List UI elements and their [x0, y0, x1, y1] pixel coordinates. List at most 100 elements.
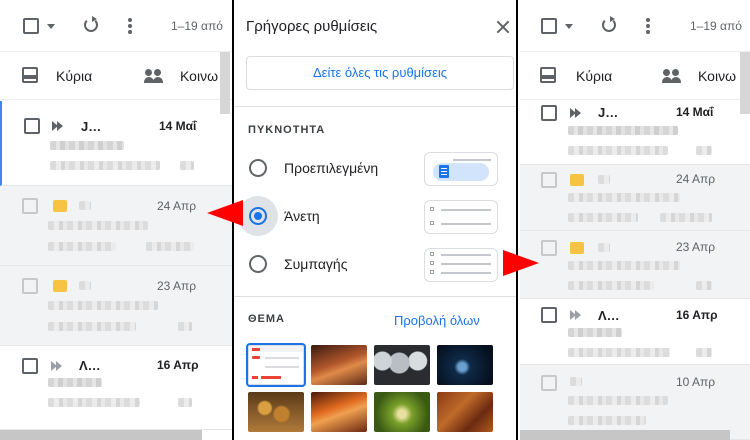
select-all-checkbox[interactable] — [23, 18, 39, 34]
important-marker-icon[interactable] — [570, 108, 582, 118]
email-date: 16 Απρ — [676, 308, 718, 322]
preview-line — [453, 159, 491, 161]
inbox-tabs: Κύρια Κοινω — [520, 52, 750, 100]
email-date: 24 Απρ — [157, 199, 197, 213]
refresh-icon[interactable] — [84, 16, 98, 32]
theme-thumbnail-default[interactable] — [246, 343, 306, 387]
email-sender: Λ… — [598, 308, 620, 323]
horizontal-scrollbar[interactable] — [520, 430, 730, 440]
tab-primary[interactable]: Κύρια — [56, 68, 92, 84]
theme-thumbnail-pipes[interactable] — [374, 345, 430, 385]
density-radio-comfortable[interactable] — [249, 207, 267, 225]
refresh-icon[interactable] — [602, 16, 616, 32]
label-tag-icon — [53, 280, 67, 292]
row-checkbox[interactable] — [541, 240, 557, 256]
email-row[interactable]: Λ… 16 Απρ — [520, 299, 750, 365]
inbox-toolbar: 1–19 από — [0, 0, 232, 52]
density-label-default: Προεπιλεγμένη — [284, 160, 379, 176]
red-arrow-left-icon — [207, 200, 243, 226]
email-date: 23 Απρ — [676, 240, 716, 254]
important-marker-icon[interactable] — [570, 310, 582, 320]
density-radio-default[interactable] — [249, 159, 267, 177]
thumb-bar — [252, 376, 258, 379]
email-row[interactable]: J… 14 Μαΐ — [520, 101, 750, 165]
row-checkbox[interactable] — [24, 118, 40, 134]
divider — [234, 296, 516, 297]
email-date: 10 Απρ — [676, 375, 716, 389]
theme-thumbnail-canyon[interactable] — [311, 345, 367, 385]
label-tag-icon — [53, 200, 67, 212]
email-row[interactable]: 23 Απρ — [0, 266, 232, 346]
email-sender: J… — [598, 105, 619, 120]
see-all-settings-button[interactable]: Δείτε όλες τις ρυθμίσεις — [246, 56, 514, 90]
more-options-icon[interactable] — [128, 18, 132, 36]
email-date: 14 Μαΐ — [159, 119, 197, 133]
view-all-themes-link[interactable]: Προβολή όλων — [394, 313, 480, 328]
theme-thumbnail-chess[interactable] — [248, 392, 304, 432]
inbox-pane-comfortable: 1–19 από Κύρια Κοινω J… 14 Μαΐ 24 Απρ 23… — [0, 0, 232, 440]
message-count: 1–19 από — [690, 19, 742, 33]
email-row[interactable]: 24 Απρ — [0, 186, 232, 266]
label-tag-icon — [570, 174, 584, 186]
select-dropdown-icon[interactable] — [565, 24, 573, 29]
preview-checkbox — [430, 252, 434, 256]
thumb-line — [265, 357, 299, 359]
vertical-scrollbar[interactable] — [220, 52, 230, 114]
select-dropdown-icon[interactable] — [47, 24, 55, 29]
email-date: 16 Απρ — [157, 358, 199, 372]
document-icon — [439, 165, 449, 178]
email-snippet-redacted — [568, 146, 668, 155]
row-checkbox[interactable] — [541, 307, 557, 323]
select-all-checkbox[interactable] — [541, 18, 557, 34]
thumb-compose — [252, 356, 260, 359]
theme-heading: ΘΕΜΑ — [248, 313, 285, 325]
email-date: 14 Μαΐ — [676, 105, 714, 119]
email-row[interactable]: 10 Απρ — [520, 365, 750, 440]
email-snippet-redacted — [48, 322, 136, 331]
horizontal-scrollbar[interactable] — [0, 430, 202, 440]
close-icon[interactable] — [496, 20, 510, 34]
theme-thumbnail-leaf[interactable] — [374, 392, 430, 432]
inbox-toolbar: 1–19 από — [520, 0, 750, 52]
people-icon — [144, 69, 164, 83]
row-checkbox[interactable] — [22, 198, 38, 214]
email-row[interactable]: 23 Απρ — [520, 231, 750, 299]
email-row[interactable]: Λ… 16 Απρ — [0, 346, 232, 430]
inbox-icon — [540, 67, 556, 83]
email-subject-redacted — [50, 141, 124, 150]
row-checkbox[interactable] — [541, 375, 557, 391]
row-checkbox[interactable] — [22, 278, 38, 294]
important-marker-icon[interactable] — [51, 361, 63, 371]
email-snippet-redacted — [48, 398, 140, 407]
preview-checkbox — [430, 270, 434, 274]
important-marker-icon[interactable] — [52, 121, 64, 131]
theme-thumbnail-space[interactable] — [437, 345, 493, 385]
email-row[interactable]: J… 14 Μαΐ — [0, 101, 232, 186]
red-arrow-right-icon — [503, 250, 539, 276]
density-heading: ΠΥΚΝΟΤΗΤΑ — [248, 124, 326, 136]
more-options-icon[interactable] — [646, 18, 650, 36]
theme-thumbnail-autumn[interactable] — [437, 392, 493, 432]
email-snippet-redacted — [568, 281, 654, 290]
thumb-logo — [252, 348, 260, 351]
tab-primary[interactable]: Κύρια — [576, 68, 612, 84]
inbox-tabs: Κύρια Κοινω — [0, 52, 232, 100]
density-radio-compact[interactable] — [249, 255, 267, 273]
tab-social[interactable]: Κοινω — [698, 68, 736, 84]
email-subject-redacted — [48, 301, 158, 310]
email-snippet-redacted — [568, 416, 646, 425]
email-subject-redacted — [48, 221, 148, 230]
preview-line — [441, 254, 491, 256]
email-row[interactable]: 24 Απρ — [520, 165, 750, 231]
row-checkbox[interactable] — [22, 358, 38, 374]
vertical-scrollbar[interactable] — [740, 52, 750, 114]
row-checkbox[interactable] — [541, 105, 557, 121]
tab-social[interactable]: Κοινω — [180, 68, 218, 84]
theme-thumbnail-arch[interactable] — [311, 392, 367, 432]
email-snippet-redacted — [696, 281, 712, 290]
quick-settings-title: Γρήγορες ρυθμίσεις — [246, 18, 378, 35]
thumb-line — [265, 366, 299, 368]
preview-line — [441, 263, 491, 265]
email-sender-redacted — [79, 281, 91, 290]
row-checkbox[interactable] — [541, 172, 557, 188]
